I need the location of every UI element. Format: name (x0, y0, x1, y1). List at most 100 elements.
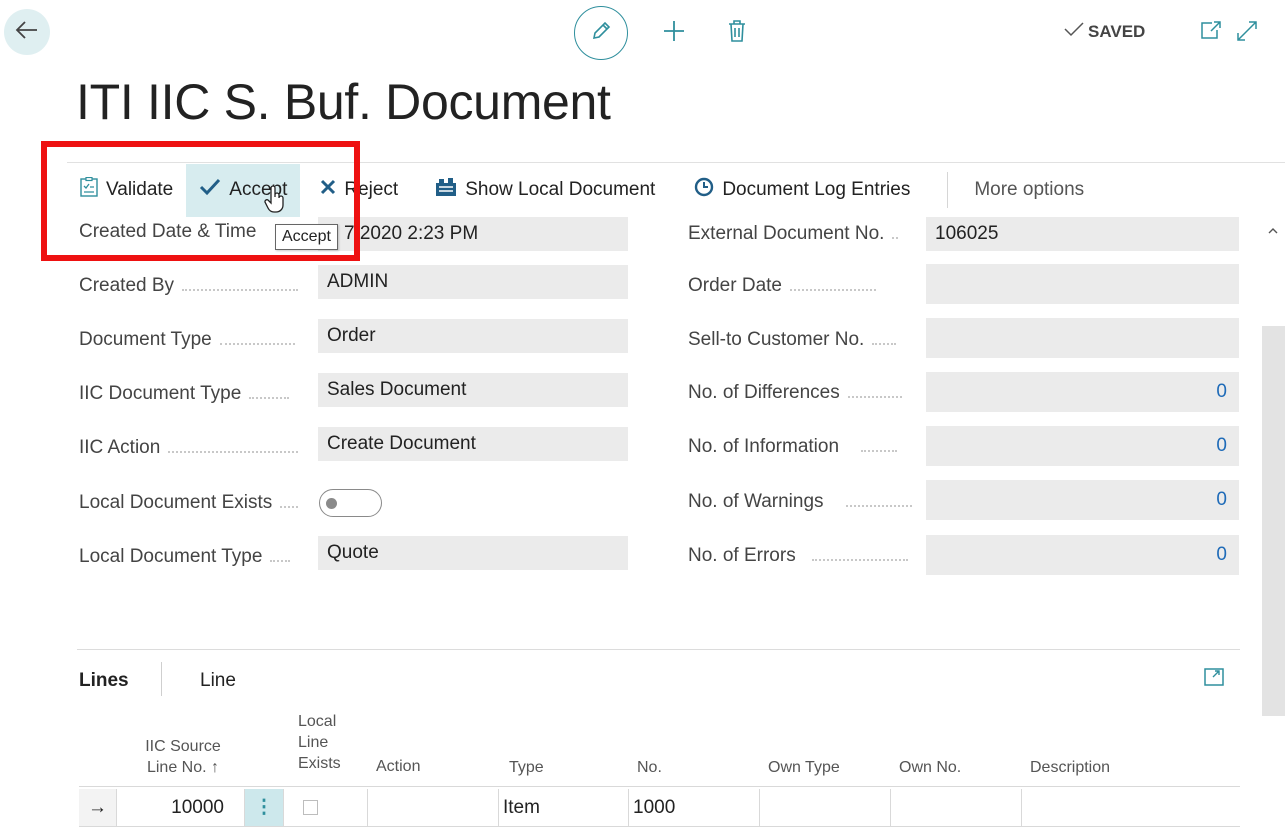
cell-local-line-exists[interactable] (284, 789, 368, 826)
label-dots (249, 397, 290, 399)
validate-icon (80, 176, 106, 203)
col-own-no[interactable]: Own No. (899, 757, 961, 778)
col-iic-source-line-no[interactable]: IIC Source Line No. ↑ (137, 736, 229, 778)
label-dots (168, 451, 299, 453)
row-menu-icon[interactable]: ⋮ (245, 789, 284, 826)
saved-status: SAVED (1064, 21, 1145, 42)
local-line-exists-checkbox[interactable] (303, 800, 318, 815)
order-date-field[interactable] (926, 264, 1239, 304)
document-type-field[interactable]: Order (318, 319, 628, 353)
back-button[interactable] (4, 9, 50, 55)
no-of-information-field[interactable]: 0 (926, 426, 1239, 466)
external-document-no-field[interactable]: 106025 (926, 217, 1239, 251)
pencil-icon (590, 20, 612, 47)
cell-own-type[interactable] (760, 789, 891, 826)
col-no[interactable]: No. (637, 757, 662, 778)
sell-to-customer-no-label: Sell-to Customer No. (688, 329, 897, 351)
no-of-errors-label: No. of Errors (688, 545, 908, 567)
validate-button[interactable]: Validate (67, 164, 186, 217)
label-dots (892, 237, 899, 239)
show-local-document-button[interactable]: Show Local Document (411, 164, 668, 217)
label-dots (219, 343, 295, 345)
toggle-knob (326, 498, 337, 509)
local-document-type-field[interactable]: Quote (318, 536, 628, 570)
tab-lines[interactable]: Lines (79, 670, 129, 692)
accept-tooltip: Accept (275, 224, 338, 250)
cell-description[interactable] (1022, 789, 1240, 826)
label-dots (789, 289, 876, 291)
open-in-new-window-icon[interactable] (1200, 20, 1222, 47)
reject-button[interactable]: Reject (300, 164, 411, 217)
edit-button[interactable] (574, 6, 628, 60)
sell-to-customer-no-field[interactable] (926, 318, 1239, 358)
cell-own-no[interactable] (891, 789, 1022, 826)
iic-document-type-field[interactable]: Sales Document (318, 373, 628, 407)
lines-grid-header: IIC Source Line No. ↑ Local Line Exists … (79, 707, 1240, 787)
vertical-scrollbar[interactable] (1262, 218, 1285, 834)
scroll-up-icon[interactable] (1268, 224, 1278, 238)
label-dots (861, 450, 898, 452)
col-own-type[interactable]: Own Type (768, 757, 840, 778)
external-document-no-label: External Document No. (688, 223, 899, 245)
col-type[interactable]: Type (509, 757, 544, 778)
label-dots (182, 289, 299, 291)
cell-iic-source-line-no[interactable]: 10000 (117, 789, 245, 826)
tab-separator (161, 662, 162, 696)
validate-label: Validate (106, 179, 174, 200)
document-type-label: Document Type (79, 329, 295, 351)
expand-icon[interactable] (1236, 20, 1258, 47)
no-of-differences-label: No. of Differences (688, 382, 902, 404)
cell-action[interactable] (368, 789, 499, 826)
checkmark-icon (1064, 21, 1088, 42)
document-log-entries-button[interactable]: Document Log Entries (668, 164, 923, 217)
cell-no[interactable]: 1000 (629, 789, 760, 826)
show-local-document-label: Show Local Document (465, 179, 656, 200)
document-log-icon (694, 177, 722, 203)
reject-label: Reject (344, 179, 399, 200)
no-of-information-label: No. of Information (688, 436, 898, 458)
no-of-warnings-label: No. of Warnings (688, 491, 912, 513)
created-date-time-label: Created Date & Time (79, 221, 257, 242)
new-button[interactable] (662, 19, 686, 48)
col-local-line-exists[interactable]: Local Line Exists (298, 711, 341, 774)
action-bar: Validate Accept Reject Show Local Docume… (67, 162, 1285, 217)
local-document-type-label: Local Document Type (79, 546, 291, 568)
hand-cursor-icon (264, 185, 286, 218)
row-indicator: → (79, 789, 117, 826)
top-action-bar (574, 6, 746, 60)
label-dots (280, 506, 299, 508)
created-date-time-field[interactable]: 7/2020 2:23 PM (318, 217, 628, 251)
accept-check-icon (199, 178, 229, 202)
col-action[interactable]: Action (376, 756, 420, 777)
created-by-field[interactable]: ADMIN (318, 265, 628, 299)
no-of-warnings-field[interactable]: 0 (926, 480, 1239, 520)
iic-document-type-label: IIC Document Type (79, 383, 290, 405)
order-date-label: Order Date (688, 275, 876, 297)
tab-line[interactable]: Line (200, 670, 236, 692)
page-title: ITI IIC S. Buf. Document (76, 74, 611, 130)
scroll-thumb[interactable] (1262, 326, 1285, 716)
back-arrow-icon (15, 20, 39, 45)
more-options-button[interactable]: More options (974, 179, 1084, 201)
delete-button[interactable] (728, 19, 746, 47)
plus-icon (662, 19, 686, 48)
document-log-entries-label: Document Log Entries (722, 179, 911, 200)
action-separator (947, 172, 949, 208)
expand-lines-icon[interactable] (1204, 668, 1224, 691)
window-controls (1200, 20, 1258, 47)
iic-action-label: IIC Action (79, 437, 299, 459)
local-document-exists-label: Local Document Exists (79, 492, 299, 514)
section-divider (77, 649, 1240, 650)
no-of-differences-field[interactable]: 0 (926, 372, 1239, 412)
label-dots (270, 560, 291, 562)
col-description[interactable]: Description (1030, 757, 1110, 778)
no-of-errors-field[interactable]: 0 (926, 535, 1239, 575)
cell-type[interactable]: Item (499, 789, 629, 826)
label-dots (811, 559, 908, 561)
local-document-exists-toggle[interactable] (319, 489, 382, 517)
table-row[interactable]: → 10000 ⋮ Item 1000 (79, 789, 1240, 827)
label-dots (847, 396, 902, 398)
iic-action-field[interactable]: Create Document (318, 427, 628, 461)
saved-label: SAVED (1088, 21, 1146, 41)
trash-icon (728, 19, 746, 47)
